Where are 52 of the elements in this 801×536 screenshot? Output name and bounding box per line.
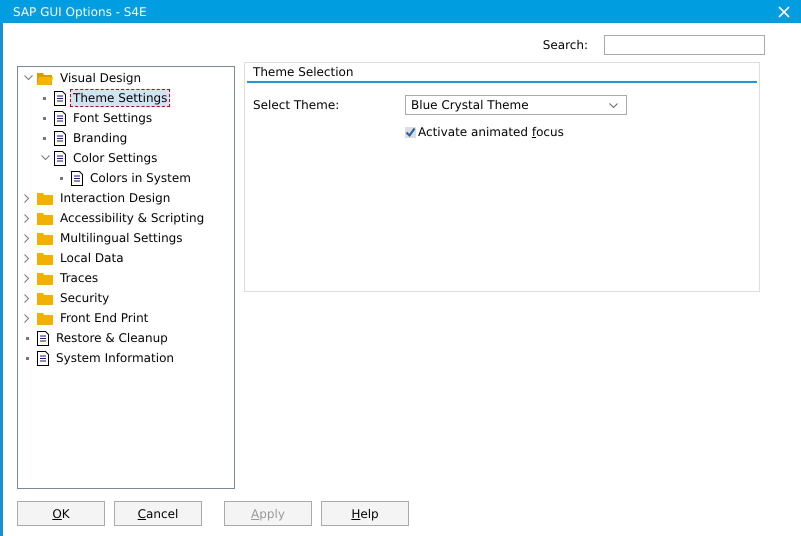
tree-item[interactable]: Colors in System <box>87 169 194 187</box>
field-label: Select Theme: <box>253 98 340 112</box>
checkbox-label: Activate animated focus <box>418 125 564 139</box>
expand-icon[interactable] <box>24 314 30 322</box>
tree-item[interactable]: Color Settings <box>70 149 160 167</box>
tree-item[interactable]: Front End Print <box>57 309 152 327</box>
theme-dropdown[interactable]: Blue Crystal Theme <box>405 95 627 115</box>
folder-icon <box>37 292 53 304</box>
caret-icon <box>609 102 618 108</box>
tree-item[interactable]: Theme Settings <box>70 89 170 107</box>
folder-icon <box>37 252 53 264</box>
folder-icon <box>37 312 53 324</box>
document-icon <box>71 170 83 186</box>
dialog-button[interactable]: OK <box>17 501 105 526</box>
tree-item[interactable]: Visual Design <box>57 69 144 87</box>
open-folder-icon <box>37 72 53 84</box>
tree-item[interactable]: Accessibility & Scripting <box>57 209 208 227</box>
dialog-button[interactable]: Help <box>321 501 409 526</box>
tree-item[interactable]: Local Data <box>57 249 127 267</box>
folder-icon <box>37 232 53 244</box>
window-title: SAP GUI Options - S4E <box>13 4 147 18</box>
expand-icon[interactable] <box>24 274 30 282</box>
folder-icon <box>37 272 53 284</box>
document-icon <box>54 150 66 166</box>
tree-item[interactable]: Interaction Design <box>57 189 174 207</box>
document-icon <box>37 330 49 346</box>
checkbox[interactable] <box>405 126 416 138</box>
document-icon <box>54 130 66 146</box>
document-icon <box>37 350 49 366</box>
expand-icon[interactable] <box>24 234 30 242</box>
dialog-button[interactable]: Cancel <box>114 501 202 526</box>
search-field[interactable] <box>604 35 765 55</box>
document-icon <box>54 90 66 106</box>
tree-item[interactable]: System Information <box>53 349 178 367</box>
tree-item[interactable]: Branding <box>70 129 130 147</box>
collapse-icon[interactable] <box>41 155 50 161</box>
document-icon <box>54 110 66 126</box>
expand-icon[interactable] <box>24 294 30 302</box>
folder-icon <box>37 192 53 204</box>
expand-icon[interactable] <box>24 254 30 262</box>
tree-item[interactable]: Security <box>57 289 112 307</box>
expand-icon[interactable] <box>24 214 30 222</box>
group-title: Theme Selection <box>247 65 757 83</box>
tree-item[interactable]: Restore & Cleanup <box>53 329 171 347</box>
tree-item[interactable]: Font Settings <box>70 109 156 127</box>
folder-icon <box>37 212 53 224</box>
close-icon[interactable] <box>778 6 790 18</box>
tree-item[interactable]: Traces <box>57 269 102 287</box>
expand-icon[interactable] <box>24 194 30 202</box>
search-label: Search: <box>542 38 588 52</box>
tree-item[interactable]: Multilingual Settings <box>57 229 186 247</box>
collapse-icon[interactable] <box>24 75 33 81</box>
